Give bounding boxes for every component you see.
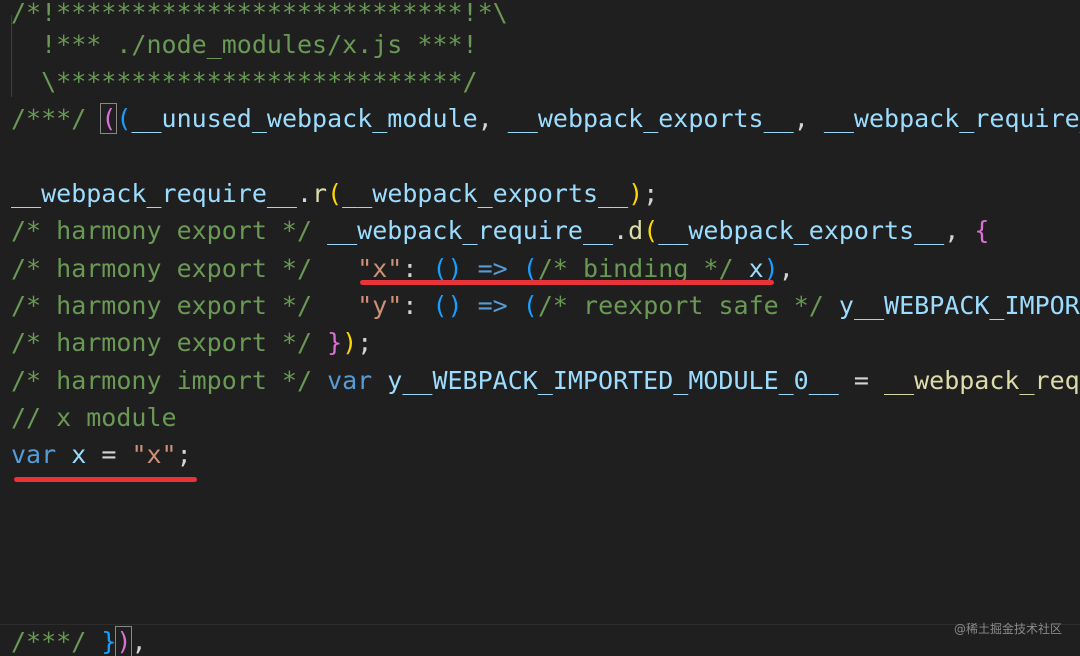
- code-token: ,: [477, 104, 508, 133]
- code-token: (: [100, 103, 118, 134]
- code-token: ): [342, 328, 358, 357]
- code-token: (): [432, 254, 463, 283]
- code-token: y__WEBPACK_IMPORTED_MODULE_0__: [838, 291, 1080, 320]
- code-token: /***/: [11, 104, 102, 133]
- code-token: ;: [357, 328, 373, 357]
- code-line[interactable]: /***/ }),: [11, 623, 147, 656]
- code-token: ,: [131, 627, 147, 656]
- code-token: r: [312, 179, 328, 208]
- code-token: ): [115, 626, 133, 656]
- code-token: (: [522, 254, 538, 283]
- code-line[interactable]: /***/ ((__unused_webpack_module, __webpa…: [11, 100, 1080, 137]
- code-line[interactable]: // x module: [11, 399, 177, 436]
- code-token: __webpack_require__: [327, 216, 614, 245]
- code-line[interactable]: /* harmony import */ var y__WEBPACK_IMPO…: [11, 362, 1080, 399]
- code-line[interactable]: var x = "x";: [11, 436, 192, 473]
- annotation-underline-export-binding: [360, 280, 774, 285]
- code-token: /*!***************************!*\: [11, 0, 508, 27]
- code-token: /* harmony export */: [11, 328, 328, 357]
- code-token: y__WEBPACK_IMPORTED_MODULE_0__: [387, 366, 839, 395]
- code-token: /* binding */: [537, 254, 734, 283]
- code-token: .: [613, 216, 629, 245]
- code-line[interactable]: __webpack_require__.r(__webpack_exports_…: [11, 175, 658, 212]
- code-line[interactable]: \***************************/: [11, 63, 478, 100]
- code-token: /***/: [11, 627, 102, 656]
- code-token: __webpack_require__: [11, 179, 297, 208]
- code-token: =: [86, 440, 132, 469]
- code-line[interactable]: !*** ./node_modules/x.js ***!: [11, 26, 478, 63]
- code-token: ,: [793, 104, 824, 133]
- code-line[interactable]: /* harmony export */ __webpack_require__…: [11, 212, 989, 249]
- code-token: /* reexport safe */: [537, 291, 824, 320]
- code-token: (: [116, 104, 132, 133]
- code-token: =>: [477, 254, 508, 283]
- code-token: =: [838, 366, 884, 395]
- code-token: ;: [176, 440, 192, 469]
- code-token: (: [643, 216, 659, 245]
- code-token: .: [296, 179, 313, 208]
- code-line[interactable]: /* harmony export */ "y": () => (/* reex…: [11, 287, 1080, 324]
- code-token: (): [432, 291, 463, 320]
- code-token: /* harmony export */: [11, 291, 358, 320]
- code-token: (: [327, 179, 343, 208]
- code-token: __webpack_exports__: [342, 179, 629, 208]
- code-token: /* harmony export */: [11, 254, 358, 283]
- code-token: "y": [357, 291, 403, 320]
- code-token: "x": [357, 254, 403, 283]
- code-token: /* harmony import */: [11, 366, 328, 395]
- code-token: /* harmony export */: [11, 216, 328, 245]
- code-token: __unused_webpack_module: [131, 104, 478, 133]
- code-token: var: [327, 366, 373, 395]
- scroll-boundary-line: [0, 624, 1080, 625]
- code-token: ): [763, 254, 779, 283]
- code-token: :: [402, 291, 433, 320]
- code-line[interactable]: /* harmony export */ });: [11, 324, 372, 361]
- code-token: (: [522, 291, 538, 320]
- code-token: }: [101, 627, 117, 656]
- code-token: x: [71, 440, 87, 469]
- code-token: }: [327, 328, 343, 357]
- code-token: __webpack_exports__: [658, 216, 945, 245]
- code-token: \***************************/: [11, 67, 478, 96]
- code-token: var: [11, 440, 57, 469]
- code-token: {: [974, 216, 990, 245]
- code-token: ,: [944, 216, 975, 245]
- code-token: =>: [477, 291, 508, 320]
- code-token: __webpack_require__: [823, 104, 1080, 133]
- watermark: @稀土掘金技术社区: [953, 622, 1062, 636]
- code-token: // x module: [11, 403, 177, 432]
- annotation-underline-var-x: [14, 477, 197, 482]
- code-token: __webpack_exports__: [507, 104, 794, 133]
- code-token: ,: [778, 254, 794, 283]
- code-token: ): [628, 179, 644, 208]
- code-token: "x": [131, 440, 177, 469]
- code-token: !*** ./node_modules/x.js ***!: [11, 30, 478, 59]
- code-editor[interactable]: /*!***************************!*\ !*** .…: [0, 0, 1080, 656]
- code-token: ;: [643, 179, 659, 208]
- code-token: __webpack_require__: [884, 366, 1080, 395]
- code-token: :: [402, 254, 433, 283]
- code-token: d: [628, 216, 644, 245]
- code-token: x: [748, 254, 764, 283]
